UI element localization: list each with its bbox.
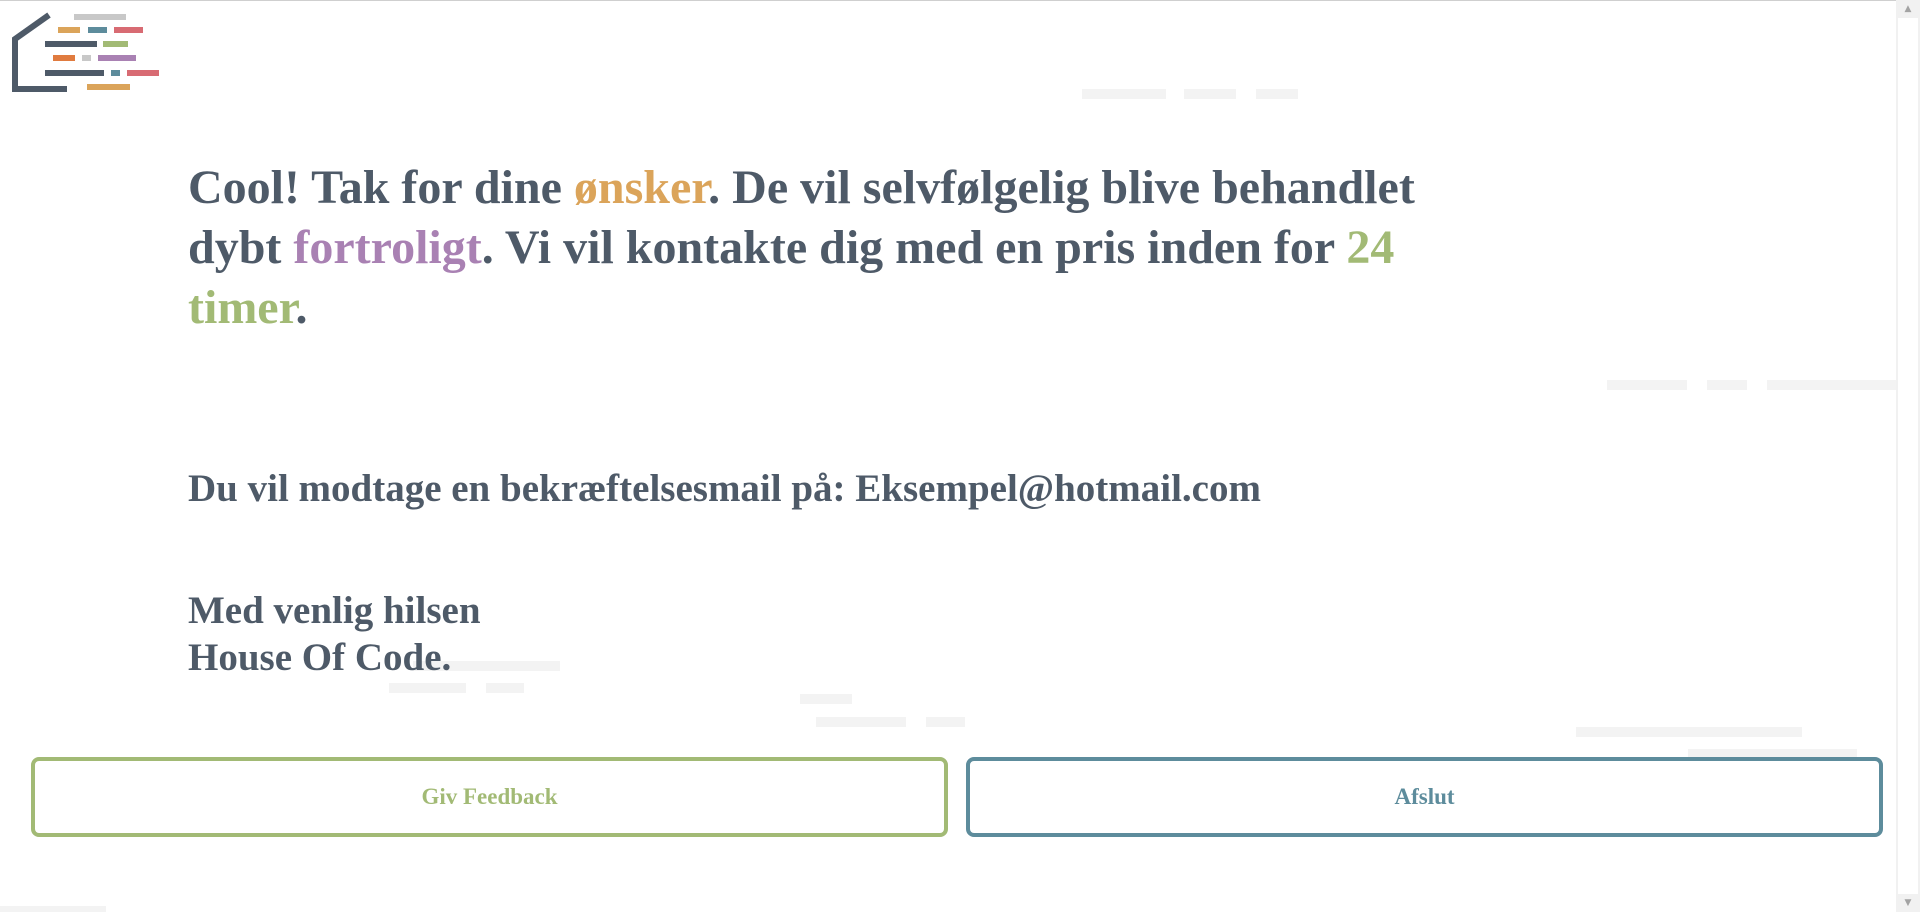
signoff: Med venlig hilsen House Of Code. xyxy=(188,587,481,681)
confirmation-label: Du vil modtage en bekræftelsesmail på: xyxy=(188,467,856,510)
scrollbar-thumb[interactable] xyxy=(1898,18,1918,894)
background-decoration xyxy=(389,683,466,693)
background-decoration xyxy=(800,694,852,704)
background-decoration xyxy=(486,683,524,693)
vertical-scrollbar[interactable]: ▲ ▼ xyxy=(1896,0,1920,912)
background-decoration xyxy=(1767,380,1896,390)
headline-highlight-wishes: ønsker xyxy=(573,161,709,214)
background-decoration xyxy=(926,717,965,727)
house-of-code-logo-icon xyxy=(12,12,162,96)
background-decoration xyxy=(1082,89,1166,99)
scroll-down-arrow-icon[interactable]: ▼ xyxy=(1896,894,1920,912)
signoff-greeting: Med venlig hilsen xyxy=(188,589,481,632)
confirmation-email: Eksempel@hotmail.com xyxy=(855,467,1261,510)
signoff-company: House Of Code. xyxy=(188,636,452,679)
headline-text: . Vi vil kontakte dig med en pris inden … xyxy=(481,221,1347,274)
background-decoration xyxy=(1607,380,1687,390)
top-border xyxy=(0,0,1896,1)
thank-you-headline: Cool! Tak for dine ønsker. De vil selvfø… xyxy=(188,158,1508,338)
background-decoration xyxy=(1256,89,1298,99)
headline-text: . xyxy=(295,281,308,334)
give-feedback-button[interactable]: Giv Feedback xyxy=(31,757,948,837)
scroll-up-arrow-icon[interactable]: ▲ xyxy=(1896,0,1920,18)
headline-highlight-confidential: fortroligt xyxy=(293,221,482,274)
headline-text: Cool! Tak for dine xyxy=(188,161,574,214)
background-decoration xyxy=(0,906,106,912)
exit-button[interactable]: Afslut xyxy=(966,757,1883,837)
background-decoration xyxy=(1184,89,1236,99)
background-decoration xyxy=(1707,380,1747,390)
background-decoration xyxy=(816,717,906,727)
background-decoration xyxy=(1576,727,1802,737)
confirmation-message: Du vil modtage en bekræftelsesmail på: E… xyxy=(188,466,1588,512)
